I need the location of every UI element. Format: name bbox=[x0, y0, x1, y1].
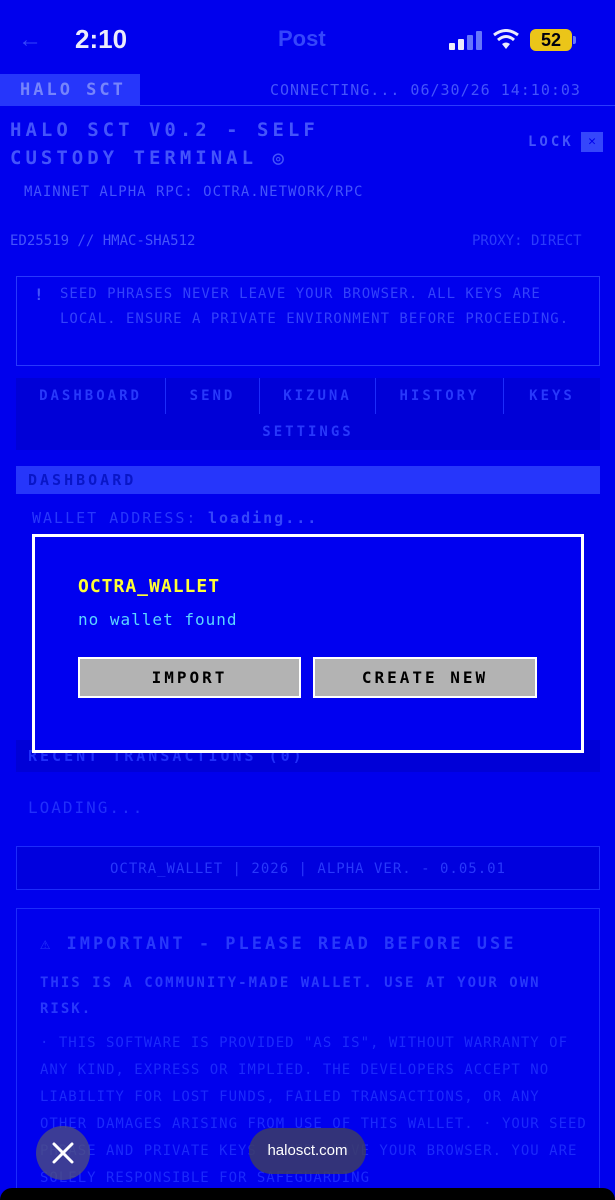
modal-title: OCTRA_WALLET bbox=[78, 576, 221, 597]
import-button[interactable]: IMPORT bbox=[78, 657, 301, 698]
create-new-button[interactable]: CREATE NEW bbox=[313, 657, 537, 698]
close-icon bbox=[52, 1142, 74, 1164]
modal-subtitle: no wallet found bbox=[78, 610, 238, 629]
url-pill[interactable]: halosct.com bbox=[249, 1128, 366, 1174]
wallet-modal bbox=[32, 534, 584, 753]
browser-close-button[interactable] bbox=[36, 1126, 90, 1180]
bottom-bar bbox=[0, 1188, 615, 1200]
